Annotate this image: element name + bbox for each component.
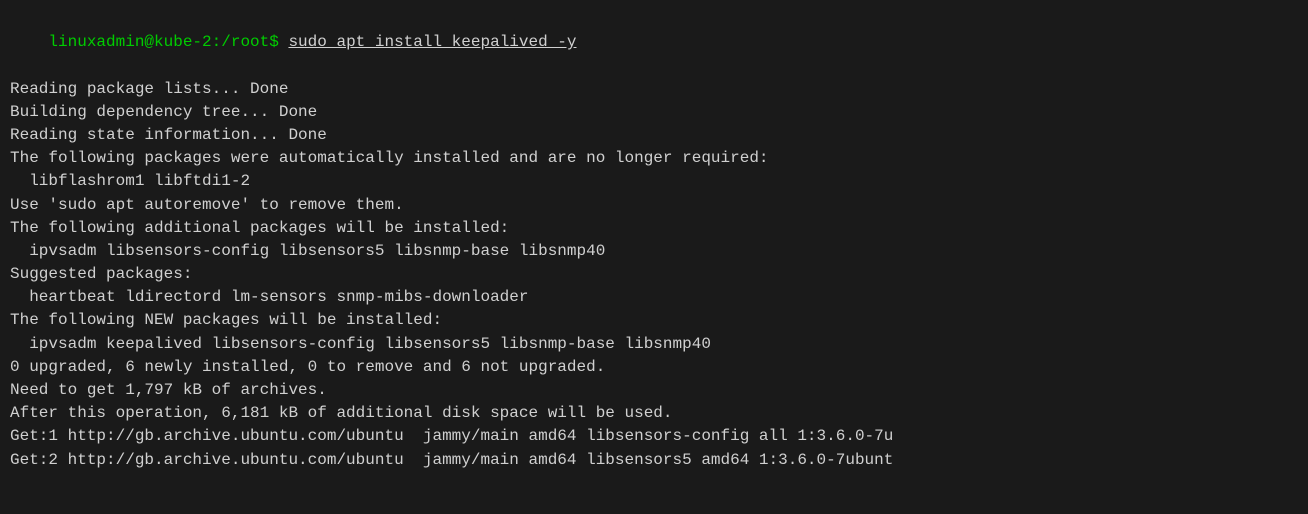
output-line: Reading package lists... Done — [10, 78, 1298, 101]
output-line: The following additional packages will b… — [10, 217, 1298, 240]
output-line: Reading state information... Done — [10, 124, 1298, 147]
output-line: ipvsadm keepalived libsensors-config lib… — [10, 333, 1298, 356]
output-line: heartbeat ldirectord lm-sensors snmp-mib… — [10, 286, 1298, 309]
output-line: Get:2 http://gb.archive.ubuntu.com/ubunt… — [10, 449, 1298, 472]
terminal: linuxadmin@kube-2:/root$ sudo apt instal… — [10, 8, 1298, 472]
output-line: The following packages were automaticall… — [10, 147, 1298, 170]
prompt-line[interactable]: linuxadmin@kube-2:/root$ sudo apt instal… — [10, 8, 1298, 78]
output-line: Use 'sudo apt autoremove' to remove them… — [10, 194, 1298, 217]
output-line: After this operation, 6,181 kB of additi… — [10, 402, 1298, 425]
output-line: 0 upgraded, 6 newly installed, 0 to remo… — [10, 356, 1298, 379]
output-line: The following NEW packages will be insta… — [10, 309, 1298, 332]
output-line: Building dependency tree... Done — [10, 101, 1298, 124]
prompt-command: sudo apt install keepalived -y — [288, 33, 576, 51]
output-line: Get:1 http://gb.archive.ubuntu.com/ubunt… — [10, 425, 1298, 448]
output-line: Need to get 1,797 kB of archives. — [10, 379, 1298, 402]
output-line: Suggested packages: — [10, 263, 1298, 286]
output-line: ipvsadm libsensors-config libsensors5 li… — [10, 240, 1298, 263]
output-line: libflashrom1 libftdi1-2 — [10, 170, 1298, 193]
prompt-user: linuxadmin@kube-2:/root$ — [48, 33, 288, 51]
